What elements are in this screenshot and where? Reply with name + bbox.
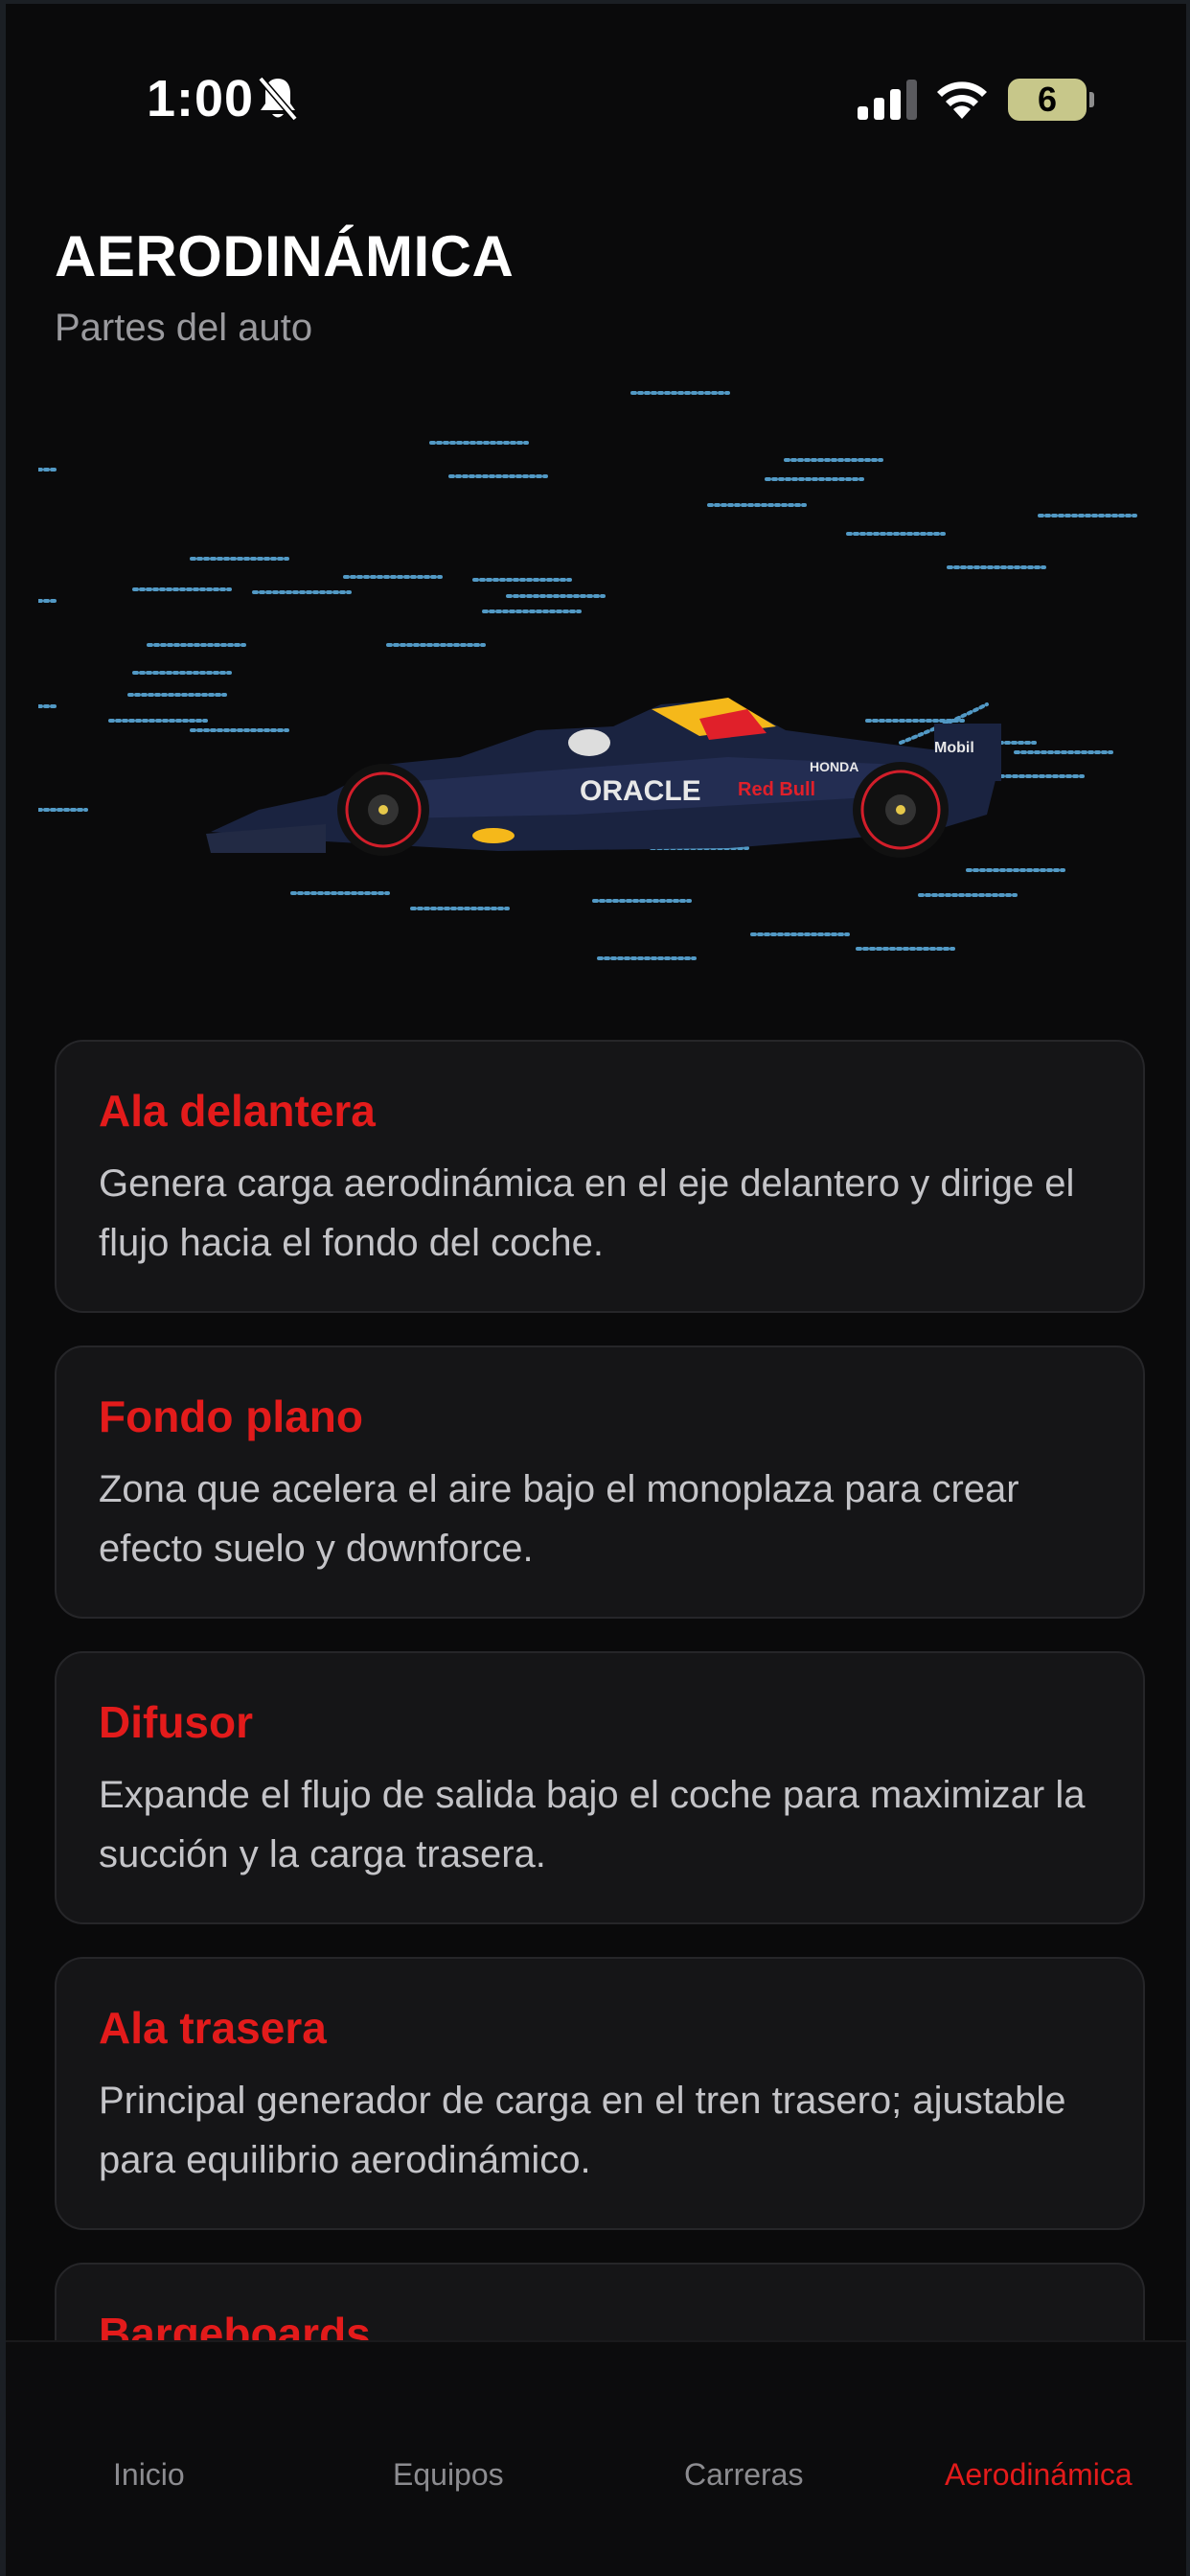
card-title: Fondo plano xyxy=(99,1392,363,1441)
aero-parts-list: Ala delantera Genera carga aerodinámica … xyxy=(55,1040,1145,2568)
front-wheel xyxy=(337,764,429,856)
tab-equipos[interactable]: Equipos xyxy=(393,2457,504,2493)
wifi-icon xyxy=(937,81,987,119)
card-ala-trasera[interactable]: Ala trasera Principal generador de carga… xyxy=(55,1957,1145,2230)
card-fondo-plano[interactable]: Fondo plano Zona que acelera el aire baj… xyxy=(55,1346,1145,1619)
svg-text:HONDA: HONDA xyxy=(810,759,858,774)
airflow-lines xyxy=(38,391,1137,960)
cellular-signal-icon xyxy=(858,80,917,120)
tab-aerodinamica[interactable]: Aerodinámica xyxy=(945,2457,1133,2493)
svg-text:ORACLE: ORACLE xyxy=(580,775,701,807)
card-description: Genera carga aerodinámica en el eje dela… xyxy=(99,1162,1075,1264)
page-subtitle: Partes del auto xyxy=(55,307,313,349)
card-description: Expande el flujo de salida bajo el coche… xyxy=(99,1774,1086,1875)
card-title: Difusor xyxy=(99,1697,253,1747)
battery-icon: 6 xyxy=(1008,79,1094,121)
card-title: Ala trasera xyxy=(99,2003,327,2053)
svg-text:Mobil: Mobil xyxy=(934,740,974,756)
battery-level: 6 xyxy=(1037,80,1058,119)
status-time: 1:00 xyxy=(147,70,255,127)
card-description: Principal generador de carga en el tren … xyxy=(99,2080,1066,2181)
card-difusor[interactable]: Difusor Expande el flujo de salida bajo … xyxy=(55,1651,1145,1924)
status-bar: 1:00 6 xyxy=(0,0,1190,192)
rear-wheel xyxy=(853,762,949,858)
bell-slash-icon xyxy=(258,76,298,122)
card-description: Zona que acelera el aire bajo el monopla… xyxy=(99,1468,1019,1570)
card-ala-delantera[interactable]: Ala delantera Genera carga aerodinámica … xyxy=(55,1040,1145,1313)
page-title: AERODINÁMICA xyxy=(55,224,515,288)
tab-bar: Inicio Equipos Carreras Aerodinámica xyxy=(0,2340,1190,2576)
tab-carreras[interactable]: Carreras xyxy=(684,2457,803,2493)
svg-text:Red Bull: Red Bull xyxy=(738,779,815,800)
card-title: Ala delantera xyxy=(99,1086,376,1136)
tab-inicio[interactable]: Inicio xyxy=(113,2457,185,2493)
car-airflow-illustration: ORACLE Red Bull HONDA Mobil xyxy=(38,391,1137,960)
